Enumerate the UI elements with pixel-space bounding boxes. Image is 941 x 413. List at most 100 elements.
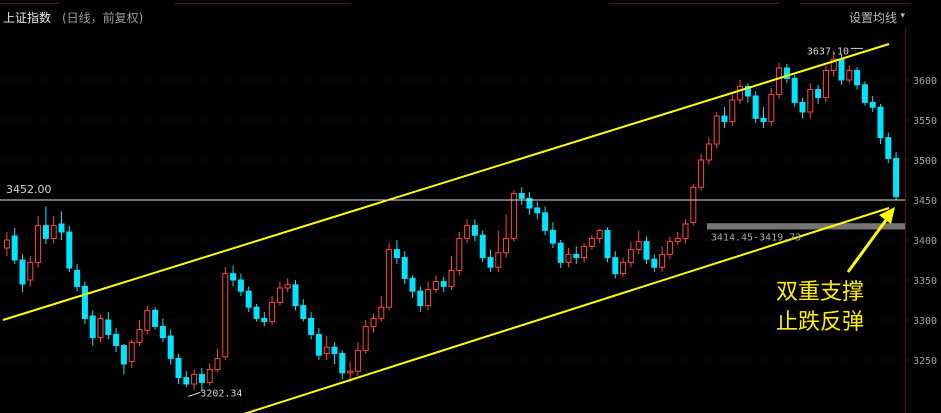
candle bbox=[456, 232, 463, 276]
candle-body bbox=[807, 89, 814, 113]
candle-body bbox=[354, 349, 361, 372]
y-tick-label: 3600 bbox=[913, 76, 937, 87]
candle-body bbox=[448, 269, 455, 287]
candle-body bbox=[557, 242, 564, 263]
candle-body bbox=[183, 377, 190, 385]
candle bbox=[409, 275, 416, 298]
candle bbox=[612, 251, 619, 279]
candle bbox=[292, 280, 299, 311]
gap-zone-label: 3414.45-3419.73 bbox=[711, 232, 801, 243]
candle bbox=[206, 363, 213, 386]
candle-body bbox=[323, 346, 330, 355]
candle bbox=[713, 112, 720, 149]
candle bbox=[42, 206, 49, 244]
candle-body bbox=[651, 258, 658, 268]
candlestick-chart: 3452.00 3414.45-3419.73 3637.10 3202.34 32… bbox=[0, 28, 937, 413]
candle-body bbox=[503, 237, 510, 254]
candle bbox=[581, 243, 588, 263]
candle bbox=[760, 107, 767, 128]
candle bbox=[869, 96, 876, 112]
candle-body bbox=[417, 290, 424, 307]
low-label: 3202.34 bbox=[200, 388, 242, 399]
annotation-line-2: 止跌反弹 bbox=[776, 310, 865, 335]
candle-body bbox=[206, 369, 213, 383]
candle bbox=[432, 275, 439, 293]
candle bbox=[651, 254, 658, 272]
candle-body bbox=[627, 249, 634, 263]
candle bbox=[573, 246, 580, 264]
candle bbox=[214, 348, 221, 372]
candle bbox=[854, 67, 861, 90]
candle-body bbox=[838, 58, 845, 81]
candle-body bbox=[549, 229, 556, 244]
candle-body bbox=[737, 85, 744, 101]
candle-body bbox=[729, 99, 736, 123]
candle bbox=[635, 230, 642, 255]
candle bbox=[386, 243, 393, 311]
candle-body bbox=[97, 317, 104, 339]
candle bbox=[549, 222, 556, 248]
candle bbox=[729, 94, 736, 127]
candle-body bbox=[495, 252, 502, 268]
candle-body bbox=[401, 257, 408, 279]
candle-body bbox=[253, 306, 260, 319]
candle-body bbox=[885, 137, 892, 159]
candle bbox=[542, 206, 549, 236]
candle bbox=[815, 84, 822, 104]
candle-body bbox=[760, 117, 767, 123]
candle-body bbox=[120, 345, 127, 365]
candle bbox=[245, 286, 252, 312]
candle bbox=[643, 236, 650, 264]
candle-body bbox=[347, 370, 354, 374]
candle-body bbox=[479, 234, 486, 259]
candle-body bbox=[339, 353, 346, 374]
candle bbox=[737, 80, 744, 104]
candle bbox=[744, 83, 751, 103]
candle bbox=[659, 246, 666, 272]
candle-body bbox=[581, 245, 588, 259]
candle bbox=[261, 312, 268, 327]
candle bbox=[105, 312, 112, 340]
y-tick-label: 3450 bbox=[913, 196, 937, 207]
candle bbox=[705, 137, 712, 165]
candle bbox=[448, 256, 455, 290]
candle bbox=[471, 219, 478, 242]
candle-body bbox=[815, 89, 822, 99]
candle-body bbox=[425, 289, 432, 307]
candle-body bbox=[698, 159, 705, 188]
candle-body bbox=[854, 69, 861, 86]
candle-body bbox=[565, 253, 572, 263]
candle bbox=[861, 81, 868, 106]
candle bbox=[526, 192, 533, 215]
candle bbox=[893, 152, 900, 200]
candle-body bbox=[542, 212, 549, 231]
candle bbox=[323, 336, 330, 360]
candle bbox=[807, 83, 814, 119]
y-tick-label: 3550 bbox=[913, 116, 937, 127]
candle-body bbox=[136, 329, 143, 343]
candle bbox=[534, 201, 541, 220]
candle bbox=[487, 249, 494, 272]
candle-body bbox=[128, 341, 135, 363]
candle-body bbox=[237, 279, 244, 292]
candle bbox=[799, 97, 806, 119]
candle-body bbox=[643, 241, 650, 260]
candle bbox=[276, 281, 283, 306]
candle bbox=[89, 310, 96, 346]
y-tick-label: 3350 bbox=[913, 276, 937, 287]
candle bbox=[690, 184, 697, 226]
candle bbox=[136, 320, 143, 346]
candle-body bbox=[666, 241, 673, 255]
candle bbox=[74, 264, 81, 292]
candle-body bbox=[362, 325, 369, 351]
candle bbox=[175, 353, 182, 384]
candle-body bbox=[66, 231, 73, 269]
candle-body bbox=[799, 101, 806, 113]
candle bbox=[503, 214, 510, 258]
candle bbox=[27, 256, 34, 287]
candle bbox=[144, 305, 151, 335]
y-tick-label: 3400 bbox=[913, 236, 937, 247]
y-tick-label: 3300 bbox=[913, 316, 937, 327]
candle-body bbox=[846, 69, 853, 81]
candle-body bbox=[105, 319, 112, 335]
